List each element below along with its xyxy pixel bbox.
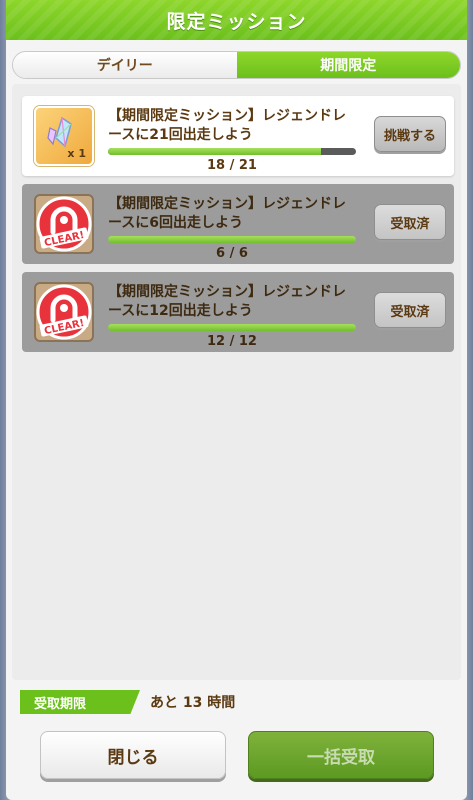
- progress-count: 18 / 21: [207, 158, 257, 173]
- deadline-label: 受取期限: [20, 690, 140, 714]
- mission-text: 【期間限定ミッション】レジェンドレースに21回出走しよう: [108, 108, 346, 143]
- dialog-header: 限定ミッション: [6, 0, 467, 40]
- deadline-value: あと 13 時間: [150, 695, 236, 711]
- mission-item: CLEAR! 【期間限定ミッション】レジェンドレースに6回出走しよう 6 / 6…: [22, 184, 454, 264]
- horseshoe-clear-icon: CLEAR!: [34, 194, 94, 254]
- progress-bar: [108, 324, 356, 331]
- deadline-row: 受取期限 あと 13 時間: [20, 690, 235, 714]
- claimed-button[interactable]: 受取済: [374, 292, 446, 328]
- tab-bar: デイリー 期間限定: [12, 51, 461, 79]
- claimed-button[interactable]: 受取済: [374, 204, 446, 240]
- tab-daily[interactable]: デイリー: [13, 52, 237, 78]
- mission-text: 【期間限定ミッション】レジェンドレースに12回出走しよう: [108, 284, 346, 319]
- dialog-title: 限定ミッション: [166, 10, 307, 33]
- progress-count: 6 / 6: [216, 246, 248, 261]
- progress-bar-fill: [108, 324, 356, 331]
- rainbow-gem-icon: x 1: [34, 106, 94, 166]
- challenge-button[interactable]: 挑戦する: [374, 116, 446, 152]
- progress-bar: [108, 148, 356, 155]
- mission-item: CLEAR! 【期間限定ミッション】レジェンドレースに12回出走しよう 12 /…: [22, 272, 454, 352]
- tab-limited[interactable]: 期間限定: [236, 52, 460, 78]
- progress-bar-fill: [108, 148, 321, 155]
- progress-bar-fill: [108, 236, 356, 243]
- horseshoe-clear-icon: CLEAR!: [34, 282, 94, 342]
- claim-all-button[interactable]: 一括受取: [248, 731, 434, 779]
- close-button[interactable]: 閉じる: [40, 731, 226, 779]
- progress-bar: [108, 236, 356, 243]
- mission-list[interactable]: x 1 【期間限定ミッション】レジェンドレースに21回出走しよう 18 / 21…: [12, 84, 461, 680]
- reward-quantity: x 1: [67, 147, 86, 160]
- progress-count: 12 / 12: [207, 334, 257, 349]
- mission-item: x 1 【期間限定ミッション】レジェンドレースに21回出走しよう 18 / 21…: [22, 96, 454, 176]
- mission-text: 【期間限定ミッション】レジェンドレースに6回出走しよう: [108, 196, 346, 231]
- mission-dialog: 限定ミッション デイリー 期間限定 x 1 【期間限定ミッション】レジェンドレー…: [6, 0, 467, 800]
